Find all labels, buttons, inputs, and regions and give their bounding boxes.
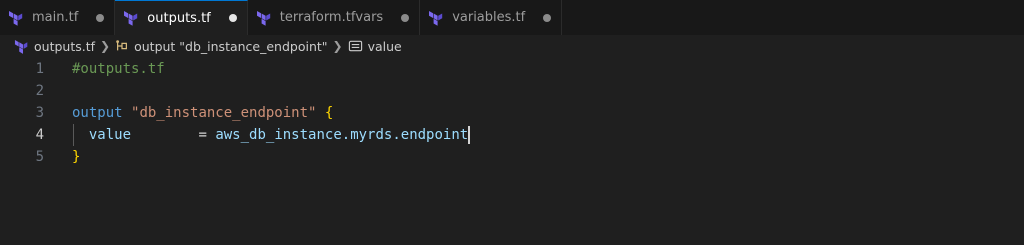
breadcrumb-property-label: value [367, 38, 402, 54]
symbol-block-icon [116, 40, 128, 51]
code-line: 1 #outputs.tf [0, 58, 1024, 80]
terraform-icon [429, 10, 443, 26]
tab-label: outputs.tf [147, 10, 211, 26]
line-number: 1 [35, 61, 44, 77]
terraform-icon [14, 39, 28, 54]
breadcrumb-file-label: outputs.tf [34, 38, 96, 54]
code-line: 3 output "db_instance_endpoint" { [0, 102, 1024, 124]
code-line: 5 } [0, 146, 1024, 168]
code-operator: = [198, 127, 207, 143]
code-brace: } [72, 149, 81, 165]
code-keyword: output [72, 105, 123, 121]
breadcrumb-block-label: output "db_instance_endpoint" [134, 38, 328, 54]
code-brace: { [324, 105, 334, 121]
text-cursor [468, 126, 471, 144]
tab-label: terraform.tfvars [279, 10, 384, 25]
tab-variables-tf[interactable]: variables.tf [420, 0, 563, 35]
breadcrumb: outputs.tf ❯ output "db_instance_endpoin… [0, 35, 1024, 57]
code-reference: aws_db_instance.myrds.endpoint [215, 127, 469, 143]
code-string: "db_instance_endpoint" [131, 105, 317, 121]
terraform-icon [256, 10, 270, 26]
chevron-right-icon: ❯ [100, 39, 111, 53]
unsaved-dot-icon[interactable] [228, 14, 237, 22]
breadcrumb-file[interactable]: outputs.tf [14, 39, 95, 54]
editor-tab-bar: main.tf outputs.tf terraform.tfvars vari… [0, 0, 1024, 35]
tab-terraform-tfvars[interactable]: terraform.tfvars [247, 0, 421, 35]
breadcrumb-block[interactable]: output "db_instance_endpoint" [115, 38, 328, 54]
code-line: 4 value = aws_db_instance.myrds.endpoint [0, 124, 1024, 146]
code-line: 2 [0, 80, 1024, 102]
line-number: 3 [35, 105, 44, 121]
tab-label: main.tf [32, 10, 79, 25]
code-comment: #outputs.tf [72, 61, 165, 77]
unsaved-dot-icon[interactable] [96, 13, 105, 22]
terraform-icon [124, 11, 138, 26]
terraform-icon [9, 10, 23, 26]
symbol-property-icon [348, 40, 362, 52]
code-editor[interactable]: 1 #outputs.tf 2 3 output "db_instance_en… [0, 58, 1024, 245]
tab-main-tf[interactable]: main.tf [0, 0, 116, 35]
line-number: 2 [35, 83, 44, 99]
code-attribute: value [88, 127, 132, 143]
line-number: 4 [35, 127, 44, 143]
line-number: 5 [35, 149, 44, 165]
chevron-right-icon: ❯ [332, 39, 343, 53]
tab-label: variables.tf [452, 10, 526, 25]
unsaved-dot-icon[interactable] [401, 13, 410, 22]
breadcrumb-property[interactable]: value [348, 39, 402, 54]
unsaved-dot-icon[interactable] [543, 13, 552, 22]
tab-outputs-tf[interactable]: outputs.tf [115, 0, 248, 35]
